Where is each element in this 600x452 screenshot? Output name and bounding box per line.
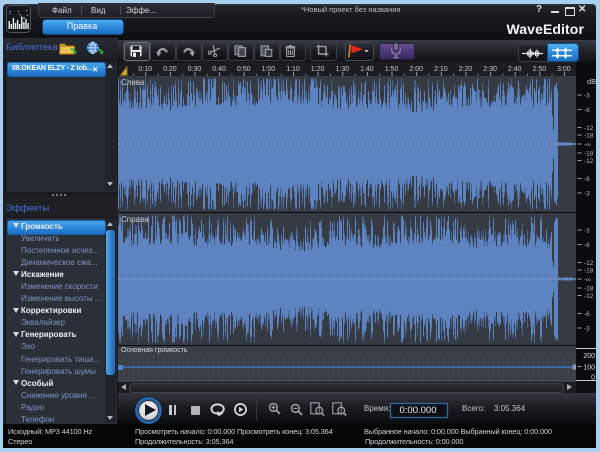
svg-text:-12: -12 bbox=[584, 125, 594, 132]
svg-text:-6: -6 bbox=[584, 107, 590, 114]
svg-text:-3: -3 bbox=[584, 326, 590, 333]
svg-text:-12: -12 bbox=[584, 293, 594, 300]
svg-text:-6: -6 bbox=[584, 176, 590, 183]
svg-text:1:10: 1:10 bbox=[286, 66, 300, 73]
svg-text:0:30: 0:30 bbox=[188, 66, 202, 73]
svg-text:-∞: -∞ bbox=[584, 142, 591, 149]
svg-text:-18: -18 bbox=[584, 286, 594, 293]
svg-text:0: 0 bbox=[591, 375, 595, 382]
svg-text:0:40: 0:40 bbox=[212, 66, 226, 73]
svg-text:-18: -18 bbox=[584, 133, 594, 140]
svg-text:100: 100 bbox=[583, 365, 595, 372]
svg-text:1:50: 1:50 bbox=[385, 66, 399, 73]
svg-text:2:50: 2:50 bbox=[532, 66, 546, 73]
svg-text:-6: -6 bbox=[584, 311, 590, 318]
svg-text:dB: dB bbox=[587, 77, 596, 86]
svg-text:2:20: 2:20 bbox=[459, 66, 473, 73]
svg-text:-3: -3 bbox=[584, 228, 590, 235]
svg-text:0:50: 0:50 bbox=[237, 66, 251, 73]
svg-text:3:00: 3:00 bbox=[557, 66, 571, 73]
svg-text:-18: -18 bbox=[584, 151, 594, 158]
svg-text:2:30: 2:30 bbox=[483, 66, 497, 73]
svg-text:-∞: -∞ bbox=[584, 277, 591, 284]
svg-text:2:00: 2:00 bbox=[409, 66, 423, 73]
svg-text:-18: -18 bbox=[584, 268, 594, 275]
svg-text:200: 200 bbox=[583, 353, 595, 360]
svg-text:1:40: 1:40 bbox=[360, 66, 374, 73]
svg-text:-12: -12 bbox=[584, 158, 594, 165]
svg-text:-3: -3 bbox=[584, 93, 590, 100]
svg-text:-6: -6 bbox=[584, 242, 590, 249]
svg-text:-12: -12 bbox=[584, 260, 594, 267]
svg-text:-3: -3 bbox=[584, 191, 590, 198]
svg-text:1:00: 1:00 bbox=[262, 66, 276, 73]
svg-text:0:20: 0:20 bbox=[163, 66, 177, 73]
svg-text:2:10: 2:10 bbox=[434, 66, 448, 73]
svg-text:2:40: 2:40 bbox=[508, 66, 522, 73]
svg-text:1:30: 1:30 bbox=[335, 66, 349, 73]
svg-text:0:10: 0:10 bbox=[138, 66, 152, 73]
svg-text:1:20: 1:20 bbox=[311, 66, 325, 73]
